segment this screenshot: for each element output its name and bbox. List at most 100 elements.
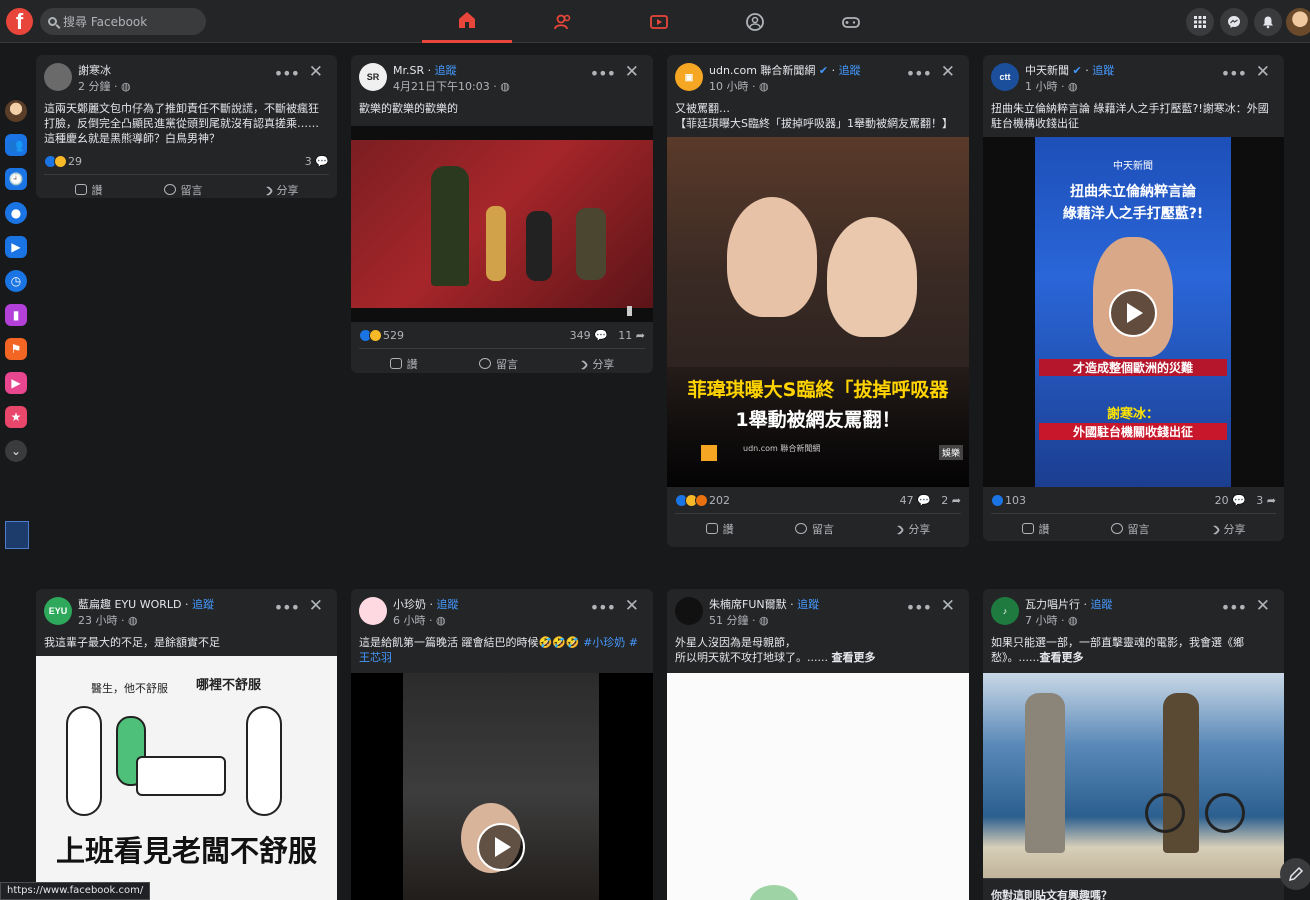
post-video[interactable]: 中天新聞 扭曲朱立倫納粹言論 綠藉洋人之手打壓藍?! 才造成整個歐洲的災難 謝寒… bbox=[983, 137, 1284, 487]
more-options-icon[interactable]: ••• bbox=[1221, 598, 1247, 617]
like-button[interactable]: 讚 bbox=[389, 356, 418, 372]
author-name[interactable]: 藍扁趣 EYU WORLD · 追蹤 bbox=[78, 596, 214, 612]
events-shortcut-icon[interactable]: ★ bbox=[5, 406, 27, 428]
comment-count[interactable]: 349 💬 11 ➦ bbox=[570, 329, 645, 342]
author-avatar[interactable]: SR bbox=[359, 63, 387, 91]
comment-count[interactable]: 3 💬 bbox=[305, 155, 329, 168]
share-button[interactable]: 分享 bbox=[261, 182, 299, 198]
reaction-count[interactable]: 202 bbox=[709, 494, 730, 507]
author-avatar[interactable]: ▣ bbox=[675, 63, 703, 91]
more-options-icon[interactable]: ••• bbox=[274, 598, 300, 617]
notifications-button[interactable] bbox=[1254, 8, 1282, 36]
messenger-button[interactable] bbox=[1220, 8, 1248, 36]
like-button[interactable]: 讚 bbox=[74, 182, 103, 198]
more-options-icon[interactable]: ••• bbox=[274, 64, 300, 83]
author-avatar[interactable] bbox=[359, 597, 387, 625]
author-avatar[interactable]: ♪ bbox=[991, 597, 1019, 625]
search-box[interactable] bbox=[40, 8, 206, 35]
author-avatar[interactable] bbox=[675, 597, 703, 625]
post-image[interactable]: 菲瑋琪曝大S臨終「拔掉呼吸器 1舉動被網友罵翻！ udn.com 聯合新聞網 娛… bbox=[667, 137, 969, 487]
close-icon[interactable]: ✕ bbox=[625, 62, 639, 82]
clock-shortcut-icon[interactable]: ◷ bbox=[5, 270, 27, 292]
tab-friends[interactable] bbox=[518, 0, 608, 43]
see-more-link[interactable]: 查看更多 bbox=[831, 651, 875, 664]
post-time[interactable]: 7 小時 · ◍ bbox=[1025, 612, 1078, 628]
see-more-shortcut-icon[interactable]: ⌄ bbox=[5, 440, 27, 462]
author-name[interactable]: udn.com 聯合新聞網 ✔ · 追蹤 bbox=[709, 62, 861, 78]
like-button[interactable]: 讚 bbox=[705, 521, 734, 537]
tab-groups[interactable] bbox=[710, 0, 800, 43]
author-name[interactable]: 謝寒冰 bbox=[78, 62, 111, 78]
reaction-icons[interactable] bbox=[44, 154, 67, 168]
author-avatar[interactable] bbox=[44, 63, 72, 91]
author-name[interactable]: 朱楠席FUN爾默 · 追蹤 bbox=[709, 596, 819, 612]
comment-button[interactable]: 留言 bbox=[1110, 521, 1150, 537]
like-button[interactable]: 讚 bbox=[1021, 521, 1050, 537]
groups-shortcut-icon[interactable]: ● bbox=[5, 202, 27, 224]
reaction-icons[interactable] bbox=[991, 493, 1004, 507]
saved-shortcut-icon[interactable]: ▮ bbox=[5, 304, 27, 326]
memories-shortcut-icon[interactable]: 🕘 bbox=[5, 168, 27, 190]
search-input[interactable] bbox=[63, 14, 193, 29]
video-shortcut-icon[interactable]: ▶ bbox=[5, 236, 27, 258]
more-options-icon[interactable]: ••• bbox=[1221, 64, 1247, 83]
shortcut-thumbnail[interactable] bbox=[5, 521, 29, 549]
facebook-logo[interactable]: f bbox=[6, 8, 33, 35]
close-icon[interactable]: ✕ bbox=[941, 62, 955, 82]
post-time[interactable]: 51 分鐘 · ◍ bbox=[709, 612, 769, 628]
post-image[interactable]: 醫生，他不舒服 哪裡不舒服 上班看見老闆不舒服 bbox=[36, 656, 337, 900]
pages-shortcut-icon[interactable]: ⚑ bbox=[5, 338, 27, 360]
close-icon[interactable]: ✕ bbox=[1256, 596, 1270, 616]
tab-watch[interactable] bbox=[614, 0, 704, 43]
close-icon[interactable]: ✕ bbox=[309, 596, 323, 616]
post-time[interactable]: 23 小時 · ◍ bbox=[78, 612, 138, 628]
more-options-icon[interactable]: ••• bbox=[906, 598, 932, 617]
tab-home[interactable] bbox=[422, 0, 512, 43]
close-icon[interactable]: ✕ bbox=[625, 596, 639, 616]
author-name[interactable]: 瓦力唱片行 · 追蹤 bbox=[1025, 596, 1113, 612]
more-options-icon[interactable]: ••• bbox=[906, 64, 932, 83]
reaction-icons[interactable] bbox=[675, 493, 708, 507]
author-avatar[interactable]: EYU bbox=[44, 597, 72, 625]
friends-shortcut-icon[interactable]: 👥 bbox=[5, 134, 27, 156]
more-options-icon[interactable]: ••• bbox=[590, 64, 616, 83]
comment-button[interactable]: 留言 bbox=[794, 521, 834, 537]
play-button-icon[interactable] bbox=[1109, 289, 1157, 337]
share-button[interactable]: 分享 bbox=[1208, 521, 1246, 537]
author-name[interactable]: 中天新聞 ✔ · 追蹤 bbox=[1025, 62, 1114, 78]
new-message-button[interactable] bbox=[1280, 858, 1310, 890]
post-time[interactable]: 2 分鐘 · ◍ bbox=[78, 78, 131, 94]
tab-gaming[interactable] bbox=[806, 0, 896, 43]
author-avatar[interactable]: ctt bbox=[991, 63, 1019, 91]
rail-profile-avatar[interactable] bbox=[5, 100, 27, 122]
reaction-count[interactable]: 29 bbox=[68, 155, 82, 168]
play-button-icon[interactable] bbox=[477, 823, 525, 871]
comment-count[interactable]: 47 💬 2 ➦ bbox=[900, 494, 961, 507]
post-video[interactable] bbox=[351, 673, 653, 900]
comment-button[interactable]: 留言 bbox=[163, 182, 203, 198]
comment-count[interactable]: 20 💬 3 ➦ bbox=[1215, 494, 1276, 507]
post-image[interactable] bbox=[983, 673, 1284, 878]
close-icon[interactable]: ✕ bbox=[309, 62, 323, 82]
share-button[interactable]: 分享 bbox=[893, 521, 930, 537]
post-image[interactable] bbox=[667, 673, 969, 900]
more-options-icon[interactable]: ••• bbox=[590, 598, 616, 617]
close-icon[interactable]: ✕ bbox=[1256, 62, 1270, 82]
volume-icon[interactable] bbox=[627, 306, 637, 316]
post-time[interactable]: 6 小時 · ◍ bbox=[393, 612, 446, 628]
author-name[interactable]: 小珍奶 · 追蹤 bbox=[393, 596, 459, 612]
reaction-count[interactable]: 103 bbox=[1005, 494, 1026, 507]
post-time[interactable]: 1 小時 · ◍ bbox=[1025, 78, 1078, 94]
profile-avatar[interactable] bbox=[1286, 8, 1310, 36]
share-button[interactable]: 分享 bbox=[577, 356, 614, 372]
see-more-link[interactable]: 查看更多 bbox=[1039, 651, 1083, 664]
post-time[interactable]: 4月21日下午10:03 · ◍ bbox=[393, 78, 510, 94]
reaction-count[interactable]: 529 bbox=[383, 329, 404, 342]
close-icon[interactable]: ✕ bbox=[941, 596, 955, 616]
reels-shortcut-icon[interactable]: ▶ bbox=[5, 372, 27, 394]
post-time[interactable]: 10 小時 · ◍ bbox=[709, 78, 769, 94]
comment-button[interactable]: 留言 bbox=[478, 356, 518, 372]
post-video[interactable] bbox=[351, 126, 653, 322]
reaction-icons[interactable] bbox=[359, 328, 382, 342]
menu-button[interactable] bbox=[1186, 8, 1214, 36]
